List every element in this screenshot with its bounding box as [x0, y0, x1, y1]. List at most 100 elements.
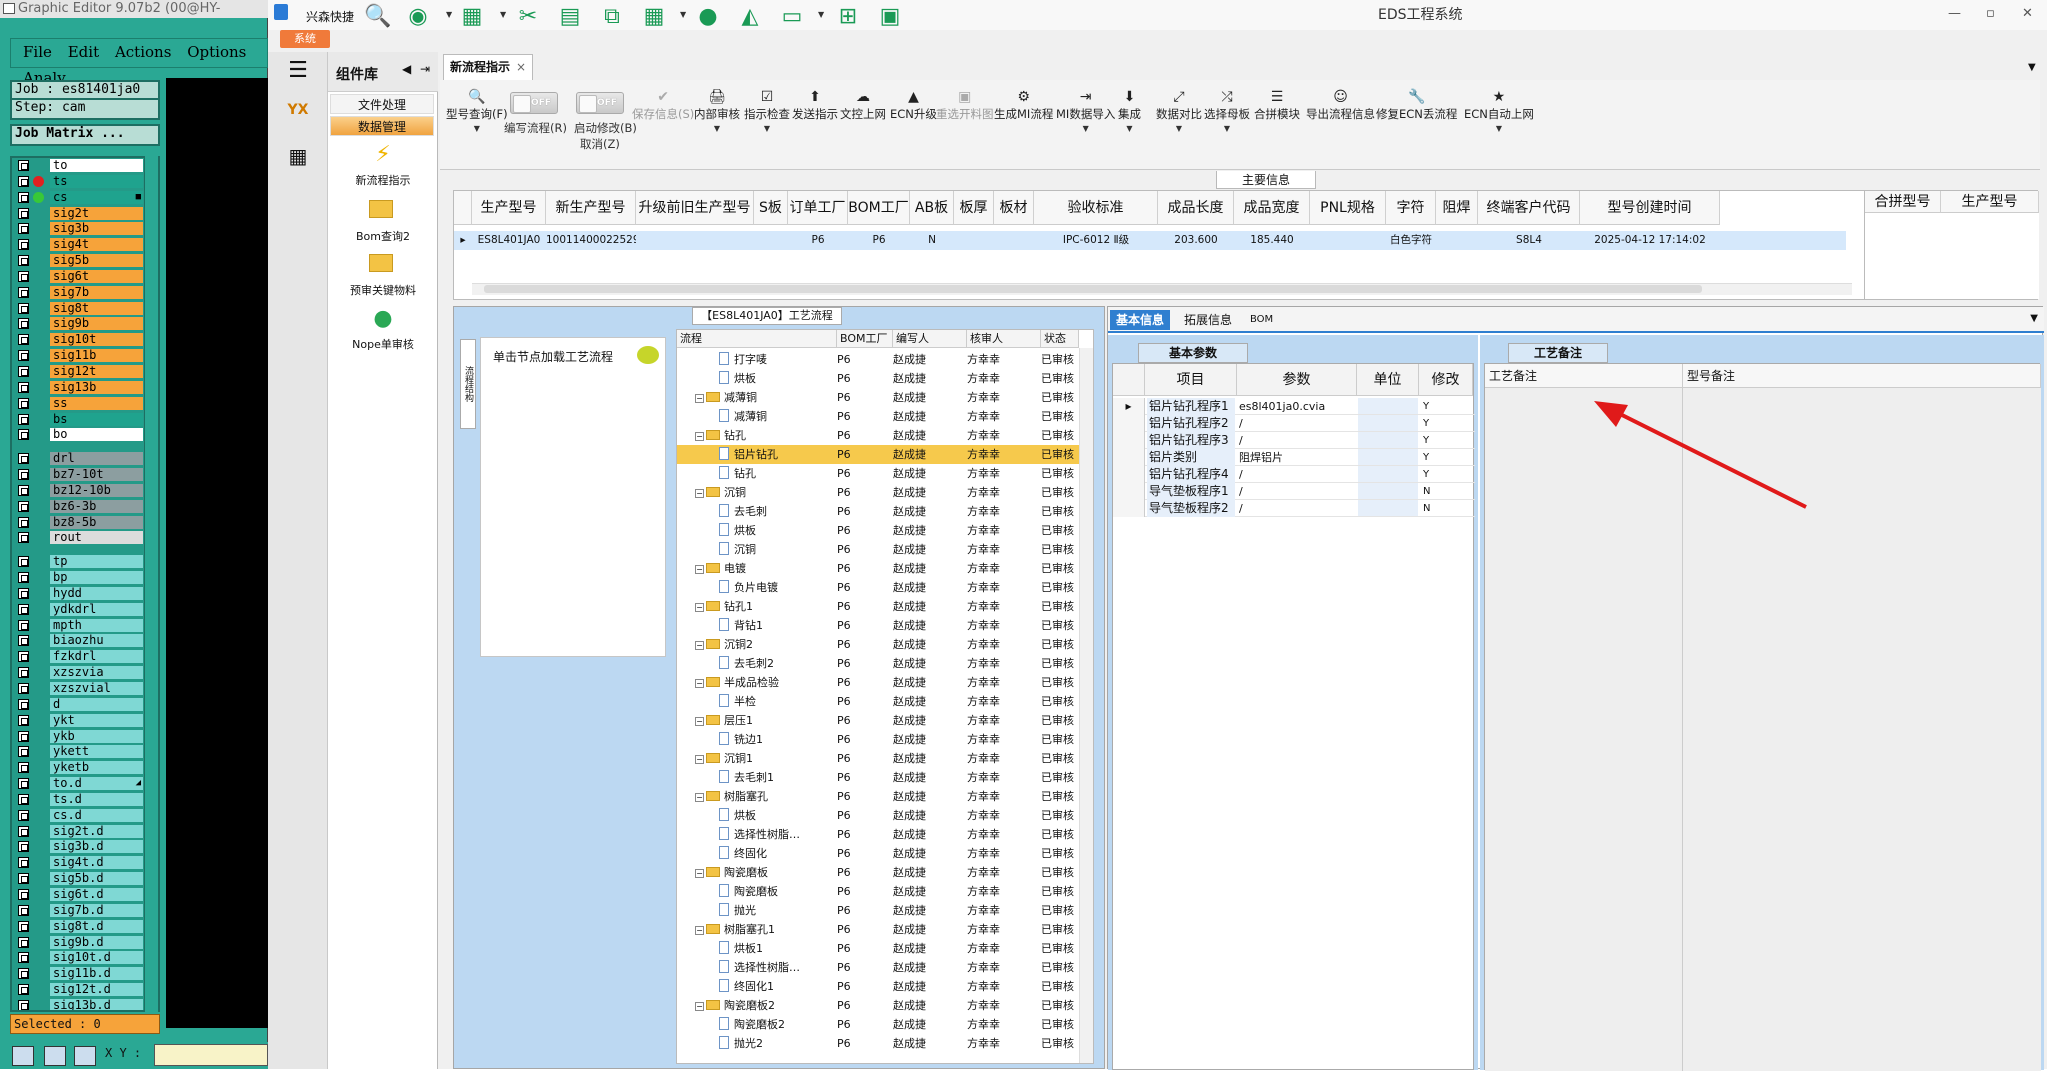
close-icon[interactable]: × — [516, 55, 526, 79]
write-flow-toggle[interactable]: OFF — [510, 92, 558, 114]
layer-name[interactable]: tp — [50, 555, 143, 569]
layer-name[interactable]: bz8-5b — [50, 515, 143, 529]
user-icon[interactable]: ● — [694, 4, 722, 30]
layer-row[interactable]: biaozhu — [12, 633, 158, 649]
data-management-button[interactable]: 数据管理 — [330, 116, 434, 136]
param-cell[interactable]: N — [1421, 500, 1471, 517]
layer-name[interactable]: sig13b.d — [50, 998, 143, 1010]
layer-checkbox[interactable] — [18, 381, 29, 393]
layer-checkbox[interactable] — [18, 532, 29, 544]
param-cell[interactable] — [1358, 500, 1418, 516]
tree-row[interactable]: − 沉铜 P6 赵成捷 方幸幸 已审核 — [677, 483, 1079, 502]
layer-checkbox[interactable] — [18, 286, 29, 298]
layer-checkbox[interactable] — [18, 793, 29, 805]
chart-icon[interactable]: ◭ — [736, 4, 764, 30]
tree-row[interactable]: 陶瓷磨板2 P6 赵成捷 方幸幸 已审核 — [677, 1015, 1079, 1034]
param-row[interactable]: ▸ 铝片钻孔程序1 es8l401ja0.cvia Y — [1113, 398, 1475, 415]
ribbon-button[interactable]: ☁ 文控上网 — [840, 88, 886, 122]
param-row[interactable]: 导气垫板程序1/ N — [1113, 483, 1475, 500]
layer-checkbox[interactable] — [18, 350, 29, 362]
tree-row[interactable]: 背钻1 P6 赵成捷 方幸幸 已审核 — [677, 616, 1079, 635]
layer-row[interactable]: bs — [12, 412, 158, 428]
tree-row[interactable]: − 沉铜1 P6 赵成捷 方幸幸 已审核 — [677, 749, 1079, 768]
layer-name[interactable]: sig9b.d — [50, 935, 143, 949]
layer-checkbox[interactable] — [18, 920, 29, 932]
layer-checkbox[interactable] — [18, 888, 29, 900]
layer-name[interactable]: sig4t.d — [50, 856, 143, 870]
layer-checkbox[interactable] — [18, 857, 29, 869]
layer-checkbox[interactable] — [18, 904, 29, 916]
layer-checkbox[interactable] — [18, 270, 29, 282]
tab-basic-info[interactable]: 基本信息 — [1110, 310, 1171, 330]
tree-row[interactable]: 钻孔 P6 赵成捷 方幸幸 已审核 — [677, 464, 1079, 483]
layer-row[interactable]: ts.d — [12, 792, 158, 808]
grid-cell[interactable]: 185.440 — [1234, 231, 1310, 250]
scroll-thumb[interactable] — [484, 285, 1702, 293]
tree-node[interactable]: 终固化 — [719, 844, 767, 863]
layer-checkbox[interactable] — [18, 714, 29, 726]
collapse-icon[interactable]: − — [695, 489, 704, 498]
chevron-down-icon[interactable]: ▼ — [680, 10, 686, 19]
tree-node[interactable]: 半检 — [719, 692, 756, 711]
collapse-icon[interactable]: − — [695, 926, 704, 935]
param-cell[interactable] — [1358, 483, 1418, 499]
collapse-icon[interactable]: − — [695, 869, 704, 878]
grid-cell[interactable] — [636, 231, 754, 250]
param-cell[interactable] — [1358, 449, 1418, 465]
layer-row[interactable]: tp — [12, 554, 158, 570]
layer-checkbox[interactable] — [18, 556, 29, 568]
copy-icon[interactable]: ⧉ — [598, 4, 626, 30]
grid-header[interactable]: 板厚 — [954, 191, 994, 225]
ribbon-button[interactable]: 🖨 内部审核 ▼ — [694, 88, 740, 133]
ribbon-button[interactable]: ☑ 指示检查 ▼ — [744, 88, 790, 133]
tree-node[interactable]: − 层压1 — [695, 711, 753, 730]
layer-row[interactable]: sig7b — [12, 285, 158, 301]
layer-name[interactable]: sig3b.d — [50, 840, 143, 854]
layer-row[interactable]: hydd — [12, 586, 158, 602]
chevron-down-icon[interactable]: ▼ — [1464, 124, 1534, 133]
layer-row[interactable]: sig10t — [12, 332, 158, 348]
layer-row[interactable]: yketb — [12, 760, 158, 776]
grid-header[interactable]: 终端客户代码 — [1478, 191, 1580, 225]
layer-checkbox[interactable] — [18, 762, 29, 774]
pin-icon[interactable]: ⇥ — [420, 62, 430, 76]
tree-row[interactable]: 铣边1 P6 赵成捷 方幸幸 已审核 — [677, 730, 1079, 749]
tree-node[interactable]: − 沉铜1 — [695, 749, 753, 768]
layer-row[interactable]: sig9b.d — [12, 935, 158, 951]
layer-checkbox[interactable] — [18, 587, 29, 599]
chevron-down-icon[interactable]: ▼ — [2030, 313, 2038, 324]
tree-node[interactable]: 陶瓷磨板2 — [719, 1015, 785, 1034]
layer-name[interactable]: sig11b.d — [50, 967, 143, 981]
tree-row[interactable]: 烘板 P6 赵成捷 方幸幸 已审核 — [677, 369, 1079, 388]
grid-header[interactable]: AB板 — [910, 191, 954, 225]
tree-row[interactable]: − 沉铜2 P6 赵成捷 方幸幸 已审核 — [677, 635, 1079, 654]
layer-row[interactable]: sig2t.d — [12, 824, 158, 840]
layer-name[interactable]: to — [50, 159, 143, 172]
grid-header[interactable]: 板材 — [994, 191, 1034, 225]
grid-cell[interactable] — [954, 231, 994, 250]
job-matrix-button[interactable]: Job Matrix ... — [10, 124, 160, 146]
param-cell[interactable]: 铝片钻孔程序3 — [1147, 432, 1235, 449]
collapse-icon[interactable]: − — [695, 679, 704, 688]
grid-header[interactable]: 升级前旧生产型号 — [636, 191, 754, 225]
restore-icon[interactable]: ▫ — [1986, 6, 1995, 21]
chevron-down-icon[interactable]: ▼ — [1118, 124, 1141, 133]
param-cell[interactable] — [1358, 415, 1418, 431]
param-cell[interactable]: 铝片类别 — [1147, 449, 1235, 466]
ribbon-button[interactable]: ★ ECN自动上网 ▼ — [1464, 88, 1534, 133]
collapse-icon[interactable]: − — [695, 717, 704, 726]
tree-header[interactable]: 流程 — [677, 330, 837, 348]
layer-row[interactable]: sig11b.d — [12, 966, 158, 982]
grid-header[interactable]: 新生产型号 — [546, 191, 636, 225]
tree-row[interactable]: − 树脂塞孔1 P6 赵成捷 方幸幸 已审核 — [677, 920, 1079, 939]
layer-row[interactable]: sig7b.d — [12, 903, 158, 919]
tree-scrollbar[interactable] — [1079, 348, 1093, 1063]
param-cell[interactable]: / — [1237, 415, 1357, 432]
grid-header[interactable]: 生产型号 — [472, 191, 546, 225]
tree-node[interactable]: 烘板 — [719, 521, 756, 540]
layer-checkbox[interactable] — [18, 175, 29, 187]
chevron-down-icon[interactable]: ▼ — [1204, 124, 1250, 133]
chevron-down-icon[interactable]: ▼ — [2028, 62, 2036, 73]
grid-cell[interactable]: ES8L401JA0 — [472, 231, 546, 250]
new-flow-item[interactable]: ⚡ 新流程指示 — [328, 142, 438, 188]
